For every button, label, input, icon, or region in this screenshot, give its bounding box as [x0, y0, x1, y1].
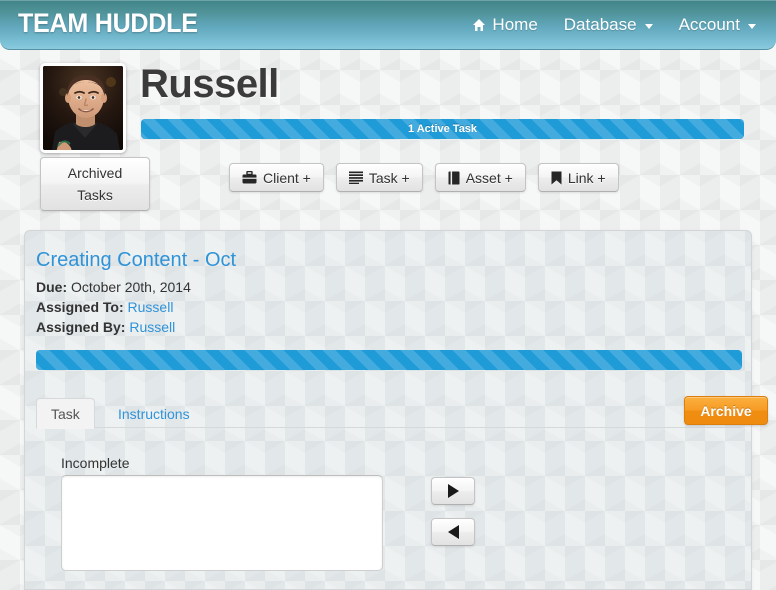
task-assigned-to-row: Assigned To: Russell [36, 299, 173, 315]
add-asset-label: Asset + [465, 169, 513, 186]
home-icon [472, 18, 486, 32]
task-tabs: Task Instructions [36, 398, 742, 429]
chevron-down-icon [748, 24, 756, 29]
tab-task[interactable]: Task [36, 398, 95, 429]
nav-item-home[interactable]: Home [472, 15, 538, 35]
nav-item-home-label: Home [492, 15, 538, 34]
task-due-label: Due: [36, 279, 68, 295]
briefcase-icon [242, 171, 257, 184]
incomplete-label: Incomplete [61, 455, 130, 471]
add-link-button[interactable]: Link + [537, 163, 619, 192]
task-card: Creating Content - Oct Due: October 20th… [24, 230, 768, 590]
active-tasks-progress-label: 1 Active Task [141, 119, 744, 139]
move-left-button[interactable] [431, 518, 475, 546]
task-assigned-by-label: Assigned By: [36, 319, 126, 335]
add-task-button[interactable]: Task + [335, 163, 423, 192]
nav-item-database[interactable]: Database [564, 15, 653, 35]
chevron-down-icon [644, 24, 653, 29]
task-progress-bar [36, 350, 742, 370]
list-icon [348, 171, 363, 184]
task-due-value: October 20th, 2014 [71, 279, 191, 295]
bookmark-icon [551, 171, 562, 185]
task-progress-fill [36, 350, 742, 370]
tab-instructions[interactable]: Instructions [104, 398, 204, 429]
add-client-button[interactable]: Client + [229, 163, 324, 192]
archive-button[interactable]: Archive [684, 396, 768, 425]
task-title[interactable]: Creating Content - Oct [36, 249, 236, 272]
nav-item-database-label: Database [563, 15, 637, 34]
add-asset-button[interactable]: Asset + [434, 163, 526, 192]
archive-button-label: Archive [700, 402, 752, 419]
tab-task-label: Task [51, 405, 80, 422]
task-assigned-by-value[interactable]: Russell [129, 319, 175, 335]
page-title: Russell [140, 62, 279, 106]
tab-instructions-label: Instructions [118, 405, 190, 422]
main-navigation: Home Database Account [472, 0, 756, 50]
task-assigned-to-value[interactable]: Russell [128, 299, 174, 315]
top-navbar: TEAM HUDDLE Home Database Account [0, 0, 776, 50]
app-logo[interactable]: TEAM HUDDLE [18, 8, 198, 39]
task-assigned-by-row: Assigned By: Russell [36, 319, 175, 335]
book-icon [448, 171, 460, 185]
triangle-right-icon [447, 484, 459, 498]
archived-tasks-label-line2: Tasks [77, 187, 113, 203]
add-link-label: Link + [567, 169, 606, 186]
avatar[interactable] [40, 63, 126, 153]
add-task-label: Task + [368, 169, 410, 186]
task-due-row: Due: October 20th, 2014 [36, 279, 191, 295]
quick-add-toolbar: Client + Task + Asset + Link + [229, 163, 619, 192]
add-client-label: Client + [263, 169, 311, 186]
triangle-left-icon [447, 525, 459, 539]
move-right-button[interactable] [431, 477, 475, 505]
nav-item-account[interactable]: Account [679, 15, 756, 35]
active-tasks-progress: 1 Active Task [141, 119, 744, 139]
task-assigned-to-label: Assigned To: [36, 299, 124, 315]
archived-tasks-label-line1: Archived [67, 165, 123, 181]
nav-item-account-label: Account [678, 15, 740, 34]
archived-tasks-button[interactable]: Archived Tasks [40, 157, 150, 211]
incomplete-textarea[interactable] [61, 475, 383, 571]
